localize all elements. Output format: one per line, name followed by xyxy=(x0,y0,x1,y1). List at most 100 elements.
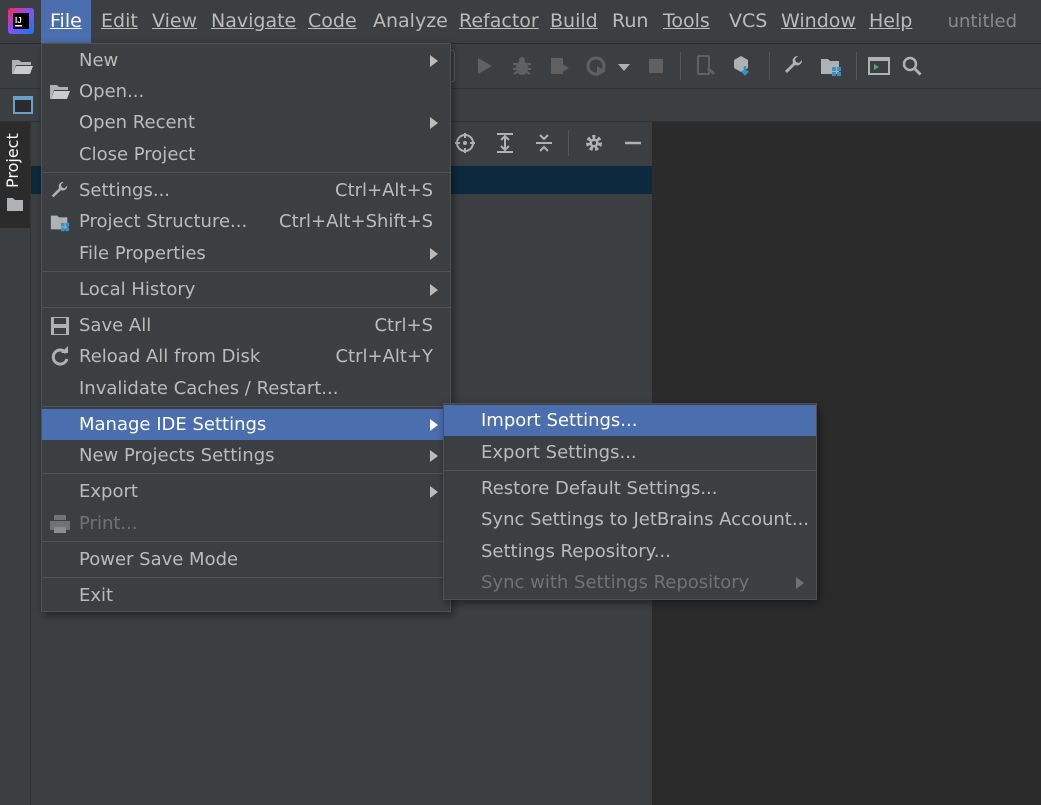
menu-item-power-save-mode[interactable]: Power Save Mode xyxy=(42,544,450,575)
menu-tools-label: Tools xyxy=(663,10,710,32)
menu-item-open-recent[interactable]: Open Recent xyxy=(42,107,450,138)
menu-vcs[interactable]: VCS xyxy=(720,0,776,43)
menu-item-label: Sync with Settings Repository xyxy=(481,572,750,593)
menu-item-reload-from-disk[interactable]: Reload All from Disk Ctrl+Alt+Y xyxy=(42,341,450,372)
menu-separator xyxy=(42,172,450,173)
project-window-icon[interactable] xyxy=(12,95,34,115)
menu-run[interactable]: Run xyxy=(603,0,657,43)
menu-build[interactable]: Build xyxy=(541,0,607,43)
menu-file[interactable]: File xyxy=(41,0,91,43)
menu-separator xyxy=(444,470,816,471)
menu-item-local-history[interactable]: Local History xyxy=(42,274,450,305)
menu-item-project-structure[interactable]: Project Structure... Ctrl+Alt+Shift+S xyxy=(42,206,450,237)
folder-icon xyxy=(7,198,23,211)
menu-item-exit[interactable]: Exit xyxy=(42,580,450,611)
menu-file-label: File xyxy=(50,10,82,32)
menu-item-label: Export Settings... xyxy=(481,442,637,463)
project-tool-tab[interactable]: Project xyxy=(0,122,30,228)
menu-item-export[interactable]: Export xyxy=(42,476,450,507)
printer-icon xyxy=(50,515,70,533)
locate-file-icon[interactable] xyxy=(454,132,476,154)
submenu-arrow-icon xyxy=(796,577,804,589)
menu-item-label: New xyxy=(79,50,119,71)
menu-item-open[interactable]: Open... xyxy=(42,76,450,107)
expand-all-icon[interactable] xyxy=(494,132,516,154)
search-icon[interactable] xyxy=(900,54,924,78)
menu-item-sync-settings-jetbrains[interactable]: Sync Settings to JetBrains Account... xyxy=(444,504,816,535)
menu-help[interactable]: Help xyxy=(860,0,921,43)
submenu-arrow-icon xyxy=(430,117,438,129)
gear-icon[interactable] xyxy=(583,132,605,154)
left-tool-strip: Project xyxy=(0,122,31,805)
wrench-icon xyxy=(51,181,68,198)
wrench-icon[interactable] xyxy=(782,54,806,78)
sdk-download-icon[interactable] xyxy=(731,54,755,78)
project-structure-icon xyxy=(50,215,70,232)
menu-item-new[interactable]: New xyxy=(42,45,450,76)
menu-tools[interactable]: Tools xyxy=(654,0,719,43)
menu-navigate[interactable]: Navigate xyxy=(202,0,305,43)
minimize-icon[interactable] xyxy=(622,132,644,154)
menu-view[interactable]: View xyxy=(143,0,206,43)
save-icon xyxy=(51,317,69,335)
stop-icon[interactable] xyxy=(644,54,668,78)
menu-item-new-projects-settings[interactable]: New Projects Settings xyxy=(42,440,450,471)
debug-icon[interactable] xyxy=(510,54,534,78)
menu-item-label: Manage IDE Settings xyxy=(79,414,267,435)
menu-item-close-project[interactable]: Close Project xyxy=(42,139,450,170)
open-folder-icon[interactable] xyxy=(10,54,34,78)
menu-item-label: Print... xyxy=(79,513,138,534)
chevron-down-icon[interactable] xyxy=(614,54,634,78)
intellij-logo-icon: IJ xyxy=(8,8,34,34)
menu-separator xyxy=(42,577,450,578)
menu-item-label: Import Settings... xyxy=(481,410,638,431)
menu-item-label: File Properties xyxy=(79,243,206,264)
svg-text:IJ: IJ xyxy=(15,16,22,25)
run-icon[interactable] xyxy=(472,54,496,78)
open-folder-icon xyxy=(50,85,70,99)
menu-bar: IJ File Edit View Navigate Code Analyze … xyxy=(0,0,1041,44)
submenu-arrow-icon xyxy=(430,450,438,462)
menu-item-settings[interactable]: Settings... Ctrl+Alt+S xyxy=(42,175,450,206)
menu-vcs-label: VCS xyxy=(729,10,768,32)
menu-edit-label: Edit xyxy=(101,10,138,32)
menu-code[interactable]: Code xyxy=(299,0,366,43)
terminal-icon[interactable] xyxy=(867,54,891,78)
menu-analyze[interactable]: Analyze xyxy=(364,0,457,43)
menu-item-label: Open... xyxy=(79,81,145,102)
menu-window-label: Window xyxy=(781,10,856,32)
menu-item-print[interactable]: Print... xyxy=(42,508,450,539)
attach-debugger-icon[interactable] xyxy=(694,54,718,78)
menu-item-invalidate-caches[interactable]: Invalidate Caches / Restart... xyxy=(42,373,450,404)
menu-item-settings-repository[interactable]: Settings Repository... xyxy=(444,536,816,567)
project-structure-icon[interactable] xyxy=(819,54,843,78)
collapse-all-icon[interactable] xyxy=(533,132,555,154)
header-separator xyxy=(568,130,569,156)
menu-refactor[interactable]: Refactor xyxy=(450,0,548,43)
menu-item-restore-default-settings[interactable]: Restore Default Settings... xyxy=(444,473,816,504)
menu-item-sync-with-settings-repository[interactable]: Sync with Settings Repository xyxy=(444,567,816,598)
menu-item-label: Settings Repository... xyxy=(481,541,671,562)
menu-window[interactable]: Window xyxy=(772,0,865,43)
submenu-arrow-icon xyxy=(430,55,438,67)
menu-item-import-settings[interactable]: Import Settings... xyxy=(444,405,816,436)
menu-item-save-all[interactable]: Save All Ctrl+S xyxy=(42,310,450,341)
menu-item-label: Restore Default Settings... xyxy=(481,478,718,499)
menu-item-label: Power Save Mode xyxy=(79,549,239,570)
file-menu: New Open... Open Recent Close Project Se… xyxy=(41,43,451,612)
menu-item-shortcut: Ctrl+Alt+S xyxy=(335,180,433,201)
menu-item-export-settings[interactable]: Export Settings... xyxy=(444,437,816,468)
menu-item-file-properties[interactable]: File Properties xyxy=(42,238,450,269)
menu-separator xyxy=(42,541,450,542)
run-with-coverage-icon[interactable] xyxy=(548,54,572,78)
menu-item-shortcut: Ctrl+S xyxy=(374,315,433,336)
profile-icon[interactable] xyxy=(585,54,609,78)
menu-item-shortcut: Ctrl+Alt+Y xyxy=(335,346,433,367)
submenu-arrow-icon xyxy=(430,248,438,260)
menu-help-label: Help xyxy=(869,10,913,32)
menu-item-label: Close Project xyxy=(79,144,196,165)
menu-refactor-label: Refactor xyxy=(459,10,539,32)
menu-edit[interactable]: Edit xyxy=(92,0,147,43)
menu-build-label: Build xyxy=(550,10,598,32)
menu-item-manage-ide-settings[interactable]: Manage IDE Settings xyxy=(42,409,450,440)
